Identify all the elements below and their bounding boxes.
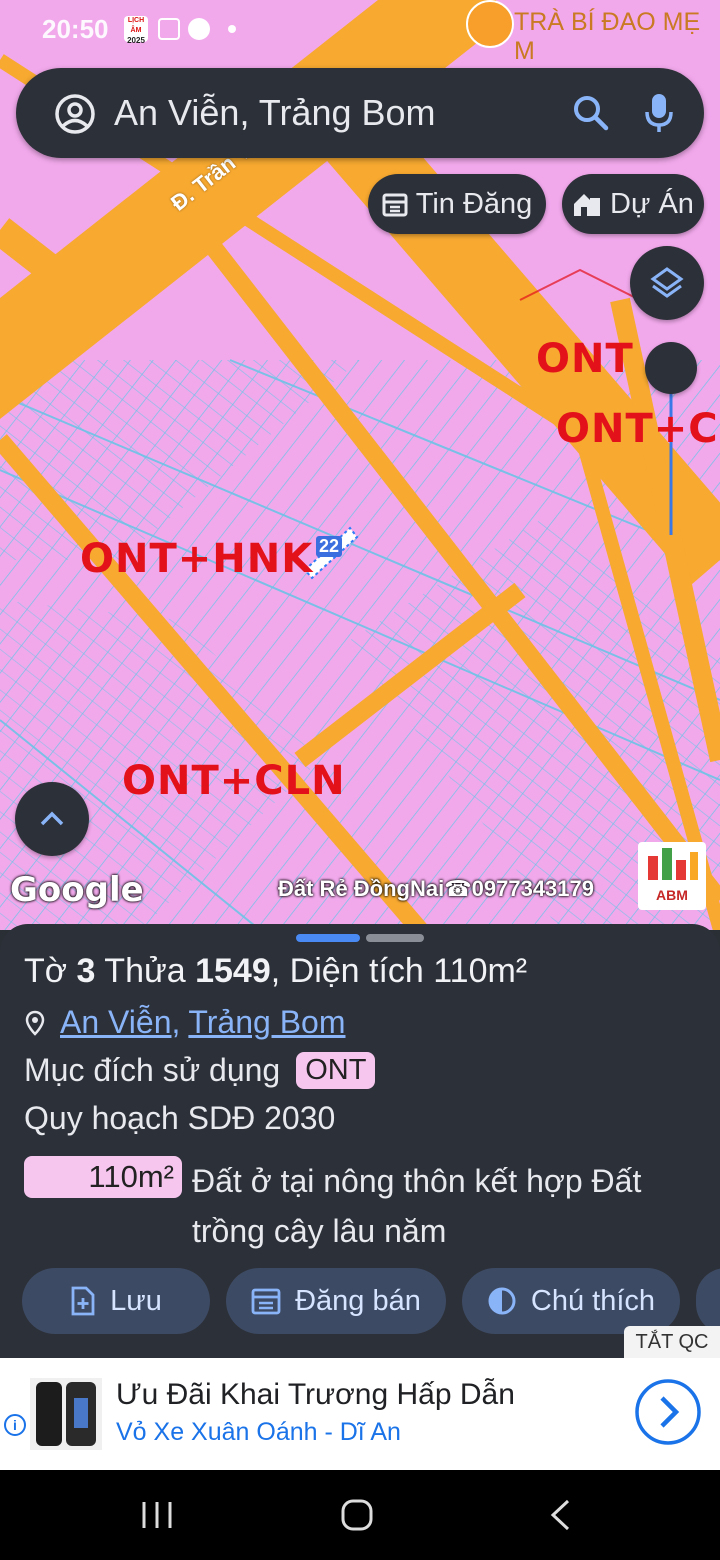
abm-logo-graphic xyxy=(648,848,698,880)
zone-label-ont-hnk: ONT+HNK xyxy=(80,536,314,582)
facebook-icon xyxy=(188,18,210,40)
parcel-area: 110m² xyxy=(433,952,528,990)
title-sheet-word: Tờ xyxy=(24,952,68,990)
commune-link[interactable]: An Viễn xyxy=(60,1004,172,1041)
ad-subtitle: Vỏ Xe Xuân Oánh - Dĩ An xyxy=(116,1418,401,1446)
calendar-app-icon: LỊCH ÂM 2025 xyxy=(124,16,148,45)
location-pin-icon xyxy=(25,1010,45,1036)
chip-listings[interactable]: Tin Đăng xyxy=(368,174,546,234)
purpose-label: Mục đích sử dụng xyxy=(24,1052,281,1088)
legend-button[interactable]: Chú thích xyxy=(462,1268,680,1334)
back-icon[interactable] xyxy=(548,1498,572,1532)
sheet-number: 3 xyxy=(76,952,96,990)
google-logo: Google xyxy=(10,870,144,910)
district-link[interactable]: Trảng Bom xyxy=(188,1004,345,1041)
map-view[interactable]: ONT ONT+CL ONT+HNK ONT+CLN 22 Đ. Trần Vi… xyxy=(0,0,720,930)
layers-button[interactable] xyxy=(630,246,704,320)
calendar-app-top: LỊCH ÂM xyxy=(127,17,145,34)
watermark-text: Đất Rẻ ĐồngNai☎0977343179 xyxy=(278,876,594,901)
location-separator: , xyxy=(171,1004,181,1040)
parcel-title: Tờ 3 Thửa 1549, Diện tích 110m² xyxy=(24,952,527,991)
abm-logo-text: ABM xyxy=(656,887,688,903)
chip-listings-label: Tin Đăng xyxy=(415,187,533,220)
title-parcel-word: Thửa xyxy=(104,952,186,990)
save-button[interactable]: Lưu xyxy=(22,1268,210,1334)
planning-area-badge: 110m² xyxy=(24,1156,182,1198)
close-ad-button[interactable]: TẮT QC xyxy=(624,1326,720,1358)
notification-dot-icon xyxy=(228,25,236,33)
microphone-icon[interactable] xyxy=(644,92,674,134)
chip-projects[interactable]: Dự Án xyxy=(562,174,704,234)
calendar-icon xyxy=(382,193,408,217)
calendar-list-icon xyxy=(251,1288,281,1315)
legend-button-label: Chú thích xyxy=(530,1284,656,1317)
zone-label-ont-cln: ONT+CLN xyxy=(122,758,346,804)
half-circle-icon xyxy=(488,1287,516,1315)
post-sale-button-label: Đăng bán xyxy=(295,1284,421,1317)
calendar-app-year: 2025 xyxy=(127,36,145,45)
home-icon[interactable] xyxy=(340,1498,374,1532)
expand-up-button[interactable] xyxy=(15,782,89,856)
screenshot-icon xyxy=(158,18,180,40)
chip-projects-label: Dự Án xyxy=(610,187,694,220)
search-bar[interactable]: An Viễn, Trảng Bom xyxy=(16,68,704,158)
parcel-number-tag: 22 xyxy=(316,536,343,557)
search-icon[interactable] xyxy=(572,94,610,132)
ad-info-icon[interactable]: i xyxy=(4,1414,26,1436)
system-nav-bar xyxy=(0,1470,720,1560)
zone-label-ont: ONT xyxy=(536,336,634,382)
parcel-location: An Viễn , Trảng Bom xyxy=(24,1004,345,1041)
post-sale-button[interactable]: Đăng bán xyxy=(226,1268,446,1334)
layers-icon xyxy=(650,267,684,298)
panel-handle-active[interactable] xyxy=(296,934,360,942)
ad-banner[interactable]: i Ưu Đãi Khai Trương Hấp Dẫn Vỏ Xe Xuân … xyxy=(0,1358,720,1470)
parcel-info-panel[interactable]: Tờ 3 Thửa 1549, Diện tích 110m² An Viễn … xyxy=(0,924,720,1364)
chevron-right-icon[interactable] xyxy=(634,1378,702,1446)
save-button-label: Lưu xyxy=(110,1284,162,1317)
panel-handle-inactive[interactable] xyxy=(366,934,424,942)
title-area-word: , Diện tích xyxy=(270,952,424,990)
zone-label-ont-cl: ONT+CL xyxy=(556,406,720,452)
account-icon[interactable] xyxy=(54,93,96,135)
building-icon xyxy=(574,194,601,216)
land-use-purpose: Mục đích sử dụng ONT xyxy=(24,1052,376,1089)
planning-heading: Quy hoạch SDĐ 2030 xyxy=(24,1100,336,1136)
status-bar: 20:50 LỊCH ÂM 2025 xyxy=(0,0,720,58)
status-time: 20:50 xyxy=(42,14,109,44)
opacity-slider-handle[interactable] xyxy=(645,342,697,394)
add-file-icon xyxy=(71,1286,95,1316)
search-input[interactable]: An Viễn, Trảng Bom xyxy=(114,92,436,134)
planning-description: Đất ở tại nông thôn kết hợp Đất trồng câ… xyxy=(192,1163,642,1249)
abm-logo: ABM xyxy=(638,842,706,910)
purpose-code-badge: ONT xyxy=(296,1052,376,1089)
tire-image xyxy=(30,1378,102,1450)
more-button-partial[interactable] xyxy=(696,1268,720,1334)
chevron-up-icon xyxy=(40,811,64,826)
recent-apps-icon[interactable] xyxy=(140,1500,174,1530)
ad-title: Ưu Đãi Khai Trương Hấp Dẫn xyxy=(116,1378,515,1411)
parcel-number: 1549 xyxy=(195,952,271,990)
